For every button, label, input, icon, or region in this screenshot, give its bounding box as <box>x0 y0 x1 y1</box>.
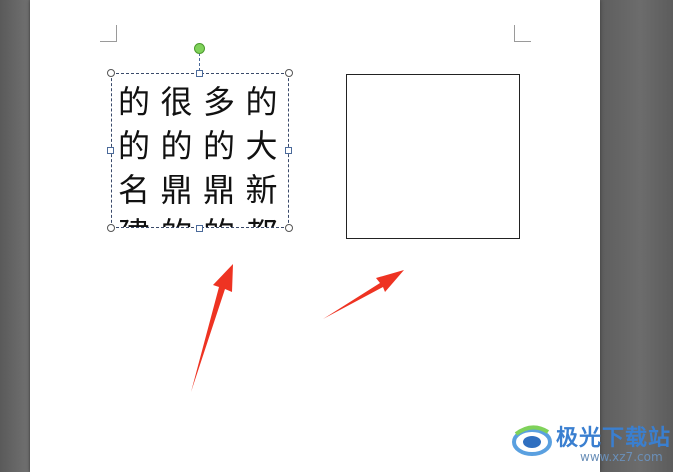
text-char: 新 <box>245 171 278 209</box>
rotate-handle-stem <box>199 53 200 71</box>
empty-text-box[interactable] <box>346 74 520 239</box>
resize-handle-bottom-left[interactable] <box>107 224 115 232</box>
document-workspace: 的 很 多 的 的 的 的 大 名 鼎 鼎 新 建 <box>0 0 673 472</box>
resize-handle-right[interactable] <box>285 147 292 154</box>
text-char: 鼎 <box>203 171 236 209</box>
text-line-3: 名 鼎 鼎 新 <box>118 168 288 212</box>
rotate-handle-icon[interactable] <box>194 43 205 54</box>
text-box-content[interactable]: 的 很 多 的 的 的 的 大 名 鼎 鼎 新 建 <box>118 80 288 227</box>
text-char: 都 <box>246 212 289 227</box>
text-char: 建 <box>118 212 161 227</box>
text-char: 名 <box>118 171 151 209</box>
text-char: 的 <box>203 212 246 227</box>
resize-handle-top-left[interactable] <box>107 69 115 77</box>
resize-handle-left[interactable] <box>107 147 114 154</box>
text-char: 的 <box>160 127 193 165</box>
document-page[interactable]: 的 很 多 的 的 的 的 大 名 鼎 鼎 新 建 <box>30 0 600 472</box>
resize-handle-top-right[interactable] <box>285 69 293 77</box>
watermark-url: www.xz7.com <box>580 450 663 464</box>
site-watermark: 极光下载站 www.xz7.com <box>510 418 670 470</box>
selected-text-box[interactable]: 的 很 多 的 的 的 的 大 名 鼎 鼎 新 建 <box>111 73 289 228</box>
margin-corner-top-left <box>100 25 117 42</box>
text-char: 鼎 <box>160 171 193 209</box>
text-line-4: 建 的 的 都 <box>118 212 288 227</box>
text-char: 的 <box>118 127 151 165</box>
text-char: 的 <box>245 83 278 121</box>
resize-handle-top[interactable] <box>196 70 203 77</box>
text-char: 的 <box>203 127 236 165</box>
text-line-2: 的 的 的 大 <box>118 124 288 168</box>
watermark-logo-icon <box>512 425 552 456</box>
watermark-brand: 极光下载站 <box>556 426 672 451</box>
text-char: 大 <box>245 127 278 165</box>
text-char: 的 <box>118 83 151 121</box>
margin-corner-top-right <box>514 25 531 42</box>
resize-handle-bottom-right[interactable] <box>285 224 293 232</box>
text-char: 多 <box>203 83 236 121</box>
text-line-1: 的 很 多 的 <box>118 80 288 124</box>
resize-handle-bottom[interactable] <box>196 225 203 232</box>
text-char: 很 <box>160 83 193 121</box>
